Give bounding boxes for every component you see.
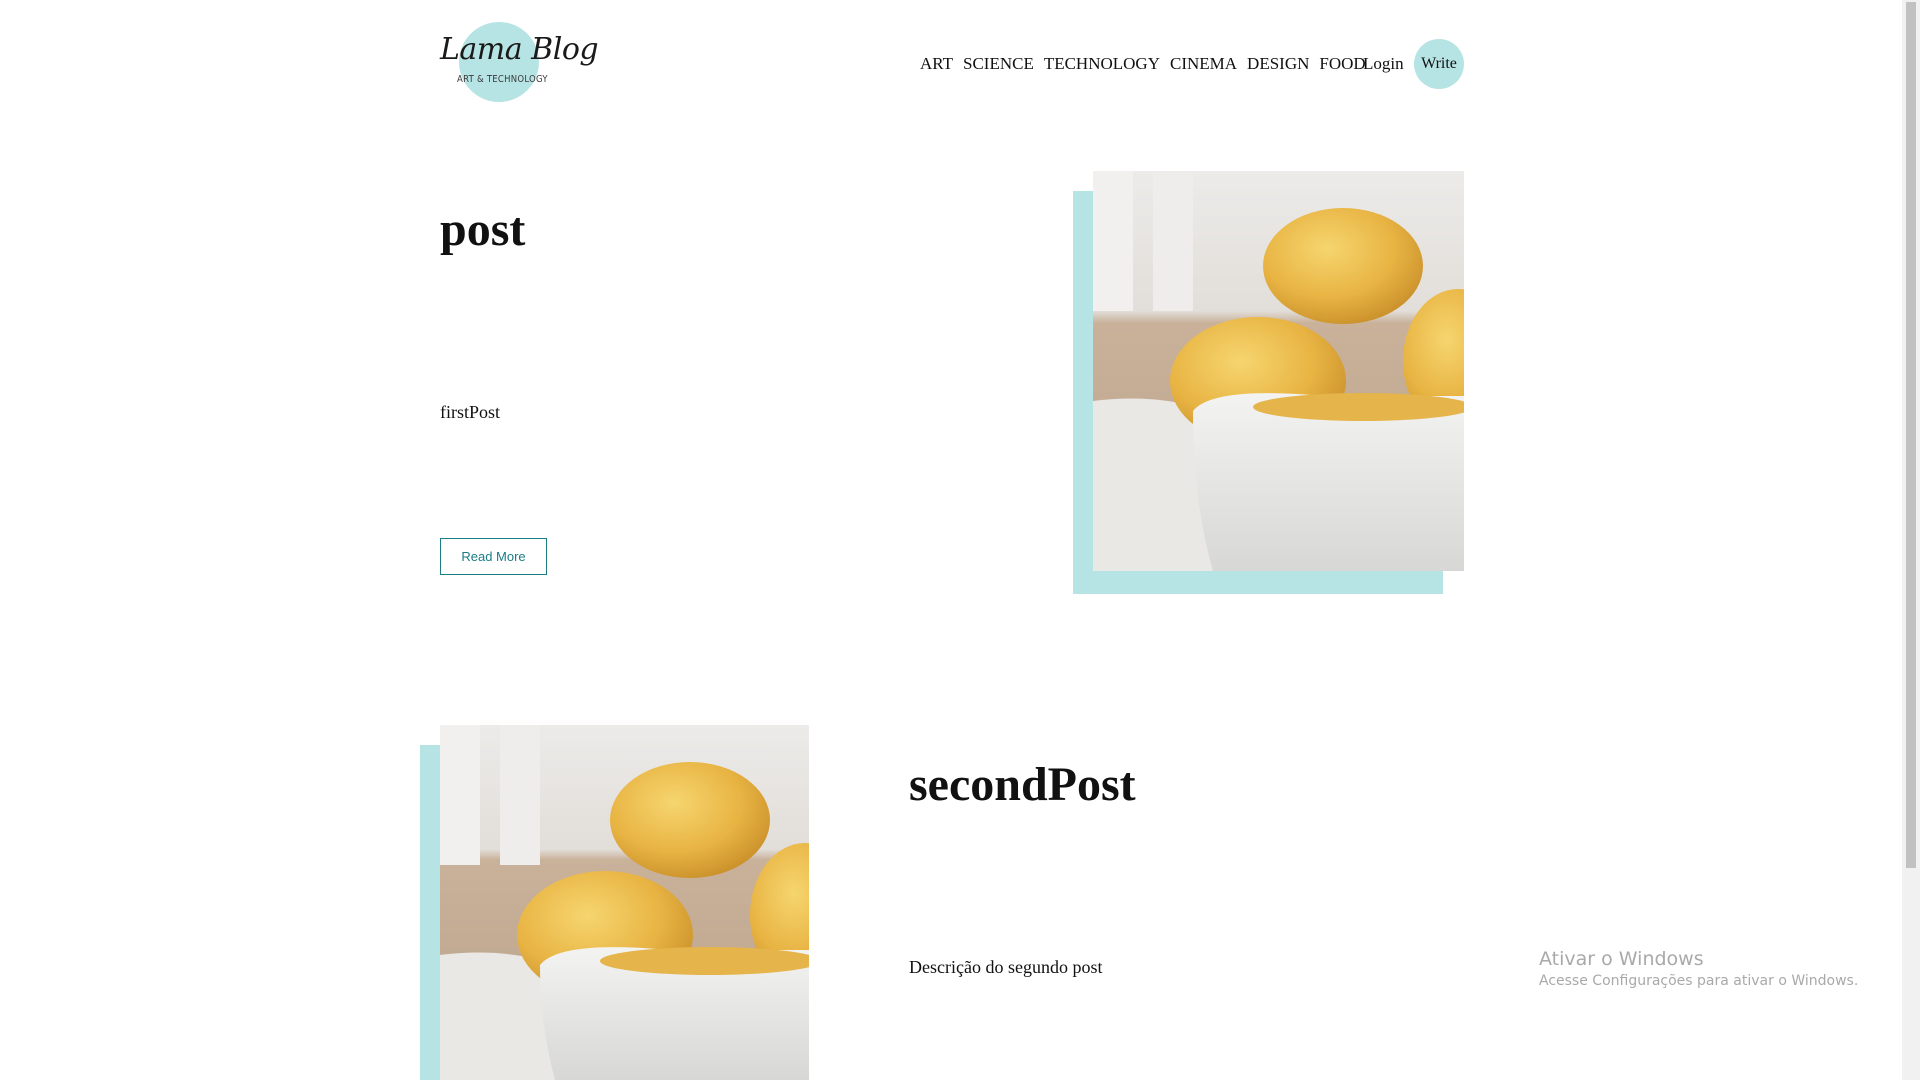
write-button[interactable]: Write [1414, 39, 1464, 89]
windows-activation-subtitle: Acesse Configurações para ativar o Windo… [1539, 973, 1859, 989]
logo-subtitle: ART & TECHNOLOGY [457, 74, 548, 85]
read-more-button[interactable]: Read More [440, 538, 547, 575]
post-image[interactable] [1093, 171, 1464, 571]
login-link[interactable]: Login [1363, 54, 1404, 74]
lemons-photo [1093, 171, 1464, 571]
logo[interactable]: Lama Blog ART & TECHNOLOGY [440, 22, 599, 102]
nav-item-cinema[interactable]: CINEMA [1170, 54, 1237, 74]
nav-item-technology[interactable]: TECHNOLOGY [1044, 54, 1160, 74]
post-description: Descrição do segundo post [909, 957, 1103, 977]
lemons-photo [440, 725, 809, 1080]
nav-item-art[interactable]: ART [920, 54, 953, 74]
post-image[interactable] [440, 725, 809, 1080]
page-scrollbar[interactable] [1902, 0, 1920, 1080]
post-title[interactable]: secondPost [909, 757, 1136, 812]
nav-item-food[interactable]: FOOD [1319, 54, 1365, 74]
category-nav: ART SCIENCE TECHNOLOGY CINEMA DESIGN FOO… [920, 54, 1366, 74]
nav-item-science[interactable]: SCIENCE [963, 54, 1034, 74]
post-description: firstPost [440, 402, 501, 422]
post-title[interactable]: post [440, 202, 525, 257]
scrollbar-thumb[interactable] [1906, 2, 1916, 868]
nav-item-design[interactable]: DESIGN [1247, 54, 1309, 74]
logo-title: Lama Blog [440, 32, 599, 67]
windows-activation-title: Ativar o Windows [1539, 948, 1704, 970]
